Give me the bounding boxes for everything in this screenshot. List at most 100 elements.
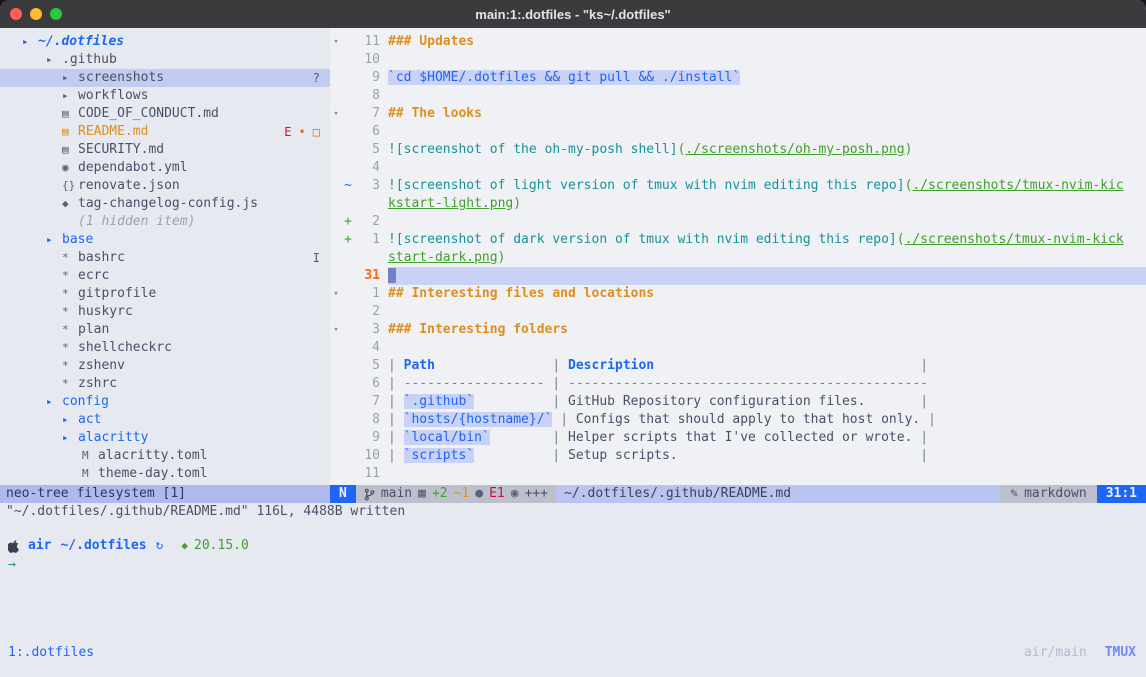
text-segment: | xyxy=(920,394,928,409)
tree-item-label: workflows xyxy=(78,87,148,105)
shell-icon: * xyxy=(62,357,78,375)
tree-item[interactable]: Mtheme-day.toml xyxy=(0,465,330,483)
tmux-window-label[interactable]: 1:.dotfiles xyxy=(8,645,94,661)
tree-item[interactable]: {}renovate.json xyxy=(0,177,330,195)
tree-item[interactable]: ◉dependabot.yml xyxy=(0,159,330,177)
tree-item[interactable]: ▸screenshots? xyxy=(0,69,330,87)
editor-line[interactable]: 10 | `scripts` | Setup scripts. | xyxy=(330,447,1146,465)
text-segment: Path xyxy=(404,358,435,373)
markdown-icon: ▤ xyxy=(62,105,78,123)
tree-item[interactable]: *bashrcI xyxy=(0,249,330,267)
editor-line[interactable]: +1![screenshot of dark version of tmux w… xyxy=(330,231,1146,249)
shell-icon: * xyxy=(62,285,78,303)
editor-line[interactable]: +2 xyxy=(330,213,1146,231)
line-text: | `scripts` | Setup scripts. | xyxy=(388,447,1146,465)
tree-item[interactable]: ▤SECURITY.md xyxy=(0,141,330,159)
fold-marker xyxy=(330,429,342,447)
tree-item[interactable]: ▤CODE_OF_CONDUCT.md xyxy=(0,105,330,123)
editor-panel[interactable]: ▾11### Updates109`cd $HOME/.dotfiles && … xyxy=(330,28,1146,485)
gutter-sign xyxy=(342,393,354,411)
text-segment: ) xyxy=(498,250,506,265)
tree-item[interactable]: ▸base xyxy=(0,231,330,249)
line-text: start-dark.png) xyxy=(388,249,1146,267)
editor-line[interactable]: 6| ------------------ | ----------------… xyxy=(330,375,1146,393)
fold-marker xyxy=(330,51,342,69)
tree-item-label: .github xyxy=(62,51,117,69)
tree-item[interactable]: ▸act xyxy=(0,411,330,429)
tree-item[interactable]: ▸.github xyxy=(0,51,330,69)
tree-item[interactable]: *zshenv xyxy=(0,357,330,375)
tree-item[interactable]: (1 hidden item) xyxy=(0,213,330,231)
text-segment xyxy=(490,430,553,445)
folder-icon: ▸ xyxy=(46,51,62,69)
line-number: 3 xyxy=(354,177,380,195)
tmux-right-section: air/main TMUX xyxy=(1024,645,1136,661)
diff-icon: ▦ xyxy=(418,485,426,503)
json-icon: {} xyxy=(62,177,78,195)
editor-line[interactable]: ▾1## Interesting files and locations xyxy=(330,285,1146,303)
editor-line[interactable]: ▾7## The looks xyxy=(330,105,1146,123)
editor-line[interactable]: 9| `local/bin` | Helper scripts that I'v… xyxy=(330,429,1146,447)
tree-item[interactable]: *plan xyxy=(0,321,330,339)
text-segment: ![screenshot of light version of tmux wi… xyxy=(388,178,905,193)
editor-line[interactable]: 4 xyxy=(330,339,1146,357)
line-number: 4 xyxy=(354,159,380,177)
editor-line[interactable]: 31 xyxy=(330,267,1146,285)
editor-line[interactable]: 5| Path | Description | xyxy=(330,357,1146,375)
fold-marker xyxy=(330,465,342,483)
gutter-sign xyxy=(342,195,354,213)
fold-marker xyxy=(330,303,342,321)
tree-item[interactable]: Malacritty.toml xyxy=(0,447,330,465)
shell-icon: * xyxy=(62,321,78,339)
fold-marker xyxy=(330,177,342,195)
tree-item[interactable]: *gitprofile xyxy=(0,285,330,303)
tree-item[interactable]: ◆tag-changelog-config.js xyxy=(0,195,330,213)
plugin-icon: ◉ xyxy=(511,485,519,503)
editor-line[interactable]: 11 xyxy=(330,465,1146,483)
line-text xyxy=(388,267,1146,285)
tree-item[interactable]: *huskyrc xyxy=(0,303,330,321)
fold-marker xyxy=(330,141,342,159)
tree-item[interactable]: *shellcheckrc xyxy=(0,339,330,357)
editor-line[interactable]: kstart-light.png) xyxy=(330,195,1146,213)
editor-line[interactable]: ▾11### Updates xyxy=(330,33,1146,51)
tree-item[interactable]: *ecrc xyxy=(0,267,330,285)
shell-pane[interactable]: air ~/.dotfiles ↻ ◆ 20.15.0 → xyxy=(0,521,1146,639)
editor-line[interactable]: 8| `hosts/{hostname}/` | Configs that sh… xyxy=(330,411,1146,429)
fold-marker xyxy=(330,69,342,87)
tree-item[interactable]: ▸workflows xyxy=(0,87,330,105)
tree-item-label: act xyxy=(78,411,101,429)
text-segment: ) xyxy=(513,196,521,211)
tree-item[interactable]: ▤README.mdE•□ xyxy=(0,123,330,141)
text-segment: | xyxy=(388,358,404,373)
editor-line[interactable]: ▾3### Interesting folders xyxy=(330,321,1146,339)
tmux-session-label: air/main xyxy=(1024,645,1087,661)
editor-line[interactable]: 7| `.github` | GitHub Repository configu… xyxy=(330,393,1146,411)
neotree-panel[interactable]: ▸~/.dotfiles▸.github▸screenshots?▸workfl… xyxy=(0,28,330,485)
text-segment: | xyxy=(388,430,404,445)
editor-line[interactable]: 9`cd $HOME/.dotfiles && git pull && ./in… xyxy=(330,69,1146,87)
editor-line[interactable]: 2 xyxy=(330,303,1146,321)
tree-item[interactable]: *zshrc xyxy=(0,375,330,393)
editor-line[interactable]: 10 xyxy=(330,51,1146,69)
folder-icon: ▸ xyxy=(22,33,38,51)
tree-item[interactable]: ▸~/.dotfiles xyxy=(0,33,330,51)
folder-icon: ▸ xyxy=(62,411,78,429)
fold-marker xyxy=(330,213,342,231)
tree-item[interactable]: ▸alacritty xyxy=(0,429,330,447)
editor-line[interactable]: ~3![screenshot of light version of tmux … xyxy=(330,177,1146,195)
editor-line[interactable]: 6 xyxy=(330,123,1146,141)
status-badge: • xyxy=(299,123,306,141)
line-text xyxy=(388,339,1146,357)
line-text: | `hosts/{hostname}/` | Configs that sho… xyxy=(388,411,1146,429)
editor-line[interactable]: start-dark.png) xyxy=(330,249,1146,267)
tree-item-badges: E•□ xyxy=(284,123,330,141)
text-segment: | xyxy=(560,412,576,427)
text-segment: GitHub Repository configuration files. xyxy=(568,394,865,409)
editor-line[interactable]: 4 xyxy=(330,159,1146,177)
line-number: 10 xyxy=(354,447,380,465)
editor-line[interactable]: 5![screenshot of the oh-my-posh shell](.… xyxy=(330,141,1146,159)
line-number xyxy=(354,195,380,213)
tree-item[interactable]: ▸config xyxy=(0,393,330,411)
editor-line[interactable]: 8 xyxy=(330,87,1146,105)
